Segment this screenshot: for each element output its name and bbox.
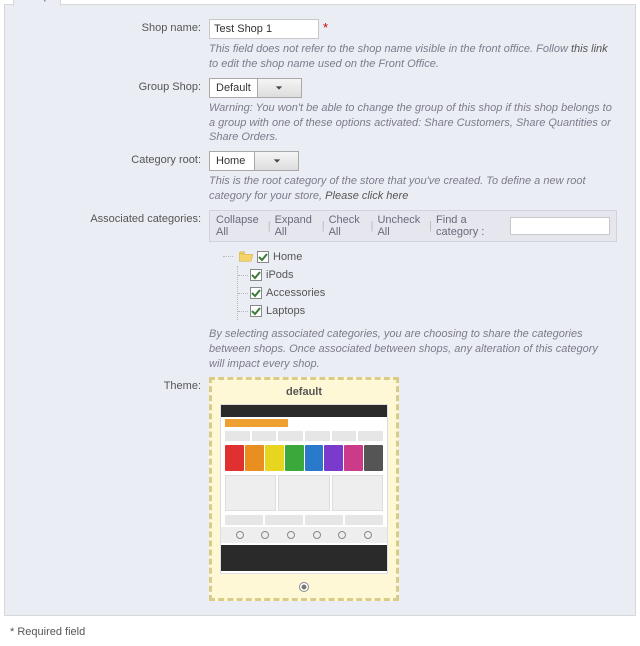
shop-name-link[interactable]: this link	[571, 43, 608, 55]
tab-shop[interactable]: Shop	[13, 0, 61, 6]
category-root-select[interactable]: Home	[209, 151, 299, 171]
theme-name: default	[214, 382, 394, 402]
find-category-input[interactable]	[510, 217, 610, 235]
check-all-link[interactable]: Check All	[329, 214, 367, 238]
tree-node-accessories[interactable]: Accessories	[266, 287, 325, 299]
theme-radio[interactable]	[299, 582, 309, 592]
shop-name-desc: This field does not refer to the shop na…	[209, 42, 617, 72]
assoc-cat-label: Associated categories:	[13, 210, 209, 372]
chevron-down-icon	[257, 79, 301, 97]
folder-open-icon	[239, 251, 253, 263]
group-shop-select[interactable]: Default	[209, 78, 302, 98]
required-field-note: * Required field	[0, 620, 640, 646]
laptops-checkbox[interactable]	[250, 305, 262, 317]
group-shop-value: Default	[210, 79, 257, 97]
uncheck-all-link[interactable]: Uncheck All	[377, 214, 425, 238]
chevron-down-icon	[254, 152, 298, 170]
category-root-label: Category root:	[13, 151, 209, 204]
accessories-checkbox[interactable]	[250, 287, 262, 299]
category-root-value: Home	[210, 152, 254, 170]
assoc-cat-desc: By selecting associated categories, you …	[209, 327, 617, 372]
tree-node-ipods[interactable]: iPods	[266, 269, 294, 281]
tree-node-laptops[interactable]: Laptops	[266, 305, 305, 317]
theme-preview-image	[220, 404, 388, 574]
shop-name-label: Shop name:	[13, 19, 209, 72]
expand-all-link[interactable]: Expand All	[275, 214, 318, 238]
collapse-all-link[interactable]: Collapse All	[216, 214, 264, 238]
shop-name-input[interactable]	[209, 19, 319, 39]
group-shop-desc: Warning: You won't be able to change the…	[209, 101, 617, 146]
category-tree: Home iPods Accessories Lap	[209, 242, 617, 324]
find-category-label: Find a category :	[436, 214, 504, 238]
category-root-link[interactable]: Please click here	[325, 190, 408, 202]
ipods-checkbox[interactable]	[250, 269, 262, 281]
category-toolbar: Collapse All| Expand All| Check All| Unc…	[209, 210, 617, 242]
home-checkbox[interactable]	[257, 251, 269, 263]
theme-label: Theme:	[13, 377, 209, 601]
required-marker: *	[323, 20, 328, 35]
theme-option[interactable]: default	[209, 377, 399, 601]
category-root-desc: This is the root category of the store t…	[209, 174, 617, 204]
tree-node-home[interactable]: Home	[273, 251, 302, 263]
group-shop-label: Group Shop:	[13, 78, 209, 146]
